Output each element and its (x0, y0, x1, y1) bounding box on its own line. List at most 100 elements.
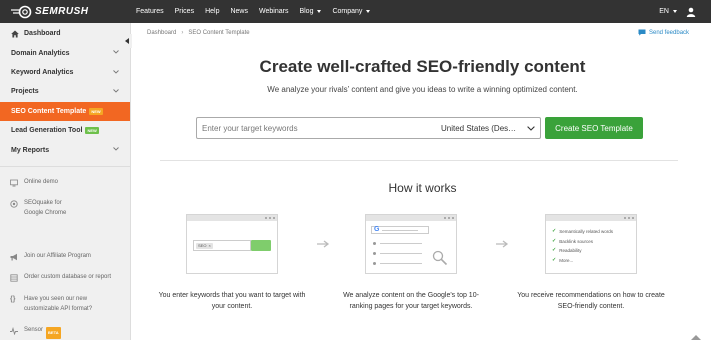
sidebar-item-label: Lead Generation Tool (11, 127, 83, 135)
nav-label: Features (136, 8, 164, 15)
google-g-icon: G (374, 226, 380, 233)
tool-label-line: Have you seen our new (24, 296, 88, 302)
top-right: EN (659, 0, 696, 23)
language-selector[interactable]: EN (659, 8, 677, 15)
chevron-down-icon (113, 69, 119, 74)
mock-keyword-chip: SEO × (196, 243, 213, 249)
window-header (366, 215, 456, 221)
nav-webinars[interactable]: Webinars (259, 8, 288, 15)
sidebar-item-label: SEO Content Template (11, 107, 87, 115)
nav-news[interactable]: News (230, 8, 248, 15)
caption-line: your content. (211, 303, 253, 310)
list-item: ✓ More... (552, 256, 613, 266)
sidebar-item-my-reports[interactable]: My Reports (0, 140, 130, 159)
semrush-logo[interactable]: SEMRUSH (10, 5, 130, 19)
tool-api-format[interactable]: {} Have you seen our new customizable API… (10, 295, 92, 314)
recommendation-list: ✓ Semantically related words ✓ Backlink so… (552, 227, 613, 265)
user-icon[interactable] (686, 7, 696, 17)
chevron-down-icon (527, 126, 535, 131)
nav-prices[interactable]: Prices (175, 8, 194, 15)
caret-down-icon (366, 10, 371, 13)
home-icon (11, 30, 19, 38)
keywords-input[interactable] (196, 117, 436, 139)
country-select[interactable]: United States (Des… (435, 117, 541, 139)
checkmark-icon: ✓ (552, 228, 557, 234)
sidebar-item-keyword-analytics[interactable]: Keyword Analytics (0, 63, 130, 82)
country-select-value: United States (Des… (441, 123, 517, 133)
list-item: ✓ Readability (552, 246, 613, 256)
send-feedback-link[interactable]: Send feedback (638, 29, 689, 36)
top-nav: Features Prices Help News Webinars Blog … (136, 8, 381, 15)
send-feedback-label: Send feedback (649, 29, 690, 36)
seoquake-icon (10, 200, 18, 208)
mock-chip-label: SEO (198, 243, 207, 248)
top-bar: SEMRUSH Features Prices Help News Webina… (0, 0, 711, 23)
list-item-label: Semantically related words (559, 229, 613, 234)
nav-label: Blog (299, 8, 314, 15)
mock-submit-button (251, 240, 271, 251)
list-item: ✓ Backlink sources (552, 237, 613, 247)
tool-label: Order custom database or report (24, 274, 112, 280)
caption-line: You enter keywords that you want to targ… (158, 292, 306, 299)
caption-line: You receive recommendations on how to cr… (517, 292, 665, 299)
beta-badge: BETA (46, 327, 61, 339)
scroll-up-icon[interactable] (689, 334, 703, 340)
tool-label: Have you seen our new customizable API fo… (24, 295, 92, 314)
sidebar-item-lead-generation-tool[interactable]: Lead Generation Tool NEW (0, 121, 130, 140)
magnifier-icon (432, 250, 448, 266)
sidebar-item-domain-analytics[interactable]: Domain Analytics (0, 43, 130, 62)
tool-label: Online demo (24, 179, 59, 185)
megaphone-icon (10, 253, 17, 261)
tool-sensor[interactable]: Sensor BETA (10, 326, 61, 339)
checkmark-icon: ✓ (552, 247, 557, 253)
tool-label: Join our Affiliate Program (24, 253, 91, 259)
chevron-down-icon (113, 147, 119, 151)
new-badge: NEW (89, 107, 103, 115)
sidebar-item-label: My Reports (11, 146, 50, 154)
sidebar-item-label: Projects (11, 88, 39, 96)
nav-features[interactable]: Features (136, 8, 164, 15)
chat-bubble-icon (638, 29, 646, 36)
tool-seoquake[interactable]: SEOquake for Google Chrome (10, 199, 66, 218)
braces-icon: {} (10, 296, 16, 303)
caret-down-icon (673, 10, 677, 13)
breadcrumb-root[interactable]: Dashboard (147, 30, 176, 36)
tool-label-line: customizable API format? (24, 305, 93, 312)
language-label: EN (659, 8, 669, 15)
arrow-right-icon (496, 240, 509, 248)
step-2-illustration: G (365, 214, 457, 274)
nav-label: Prices (174, 8, 195, 15)
window-header (546, 215, 636, 221)
chevron-down-icon (113, 50, 119, 55)
breadcrumb-separator-icon: › (181, 30, 184, 36)
database-icon (10, 274, 18, 282)
tool-affiliate-program[interactable]: Join our Affiliate Program (10, 252, 91, 262)
tool-order-database[interactable]: Order custom database or report (10, 273, 111, 283)
close-icon: × (208, 243, 211, 248)
caption-line: SEO-friendly content. (557, 303, 625, 310)
window-header (187, 215, 277, 221)
semrush-logo-icon (11, 5, 32, 18)
create-seo-template-button[interactable]: Create SEO Template (545, 117, 643, 139)
list-item-label: More... (559, 257, 574, 263)
nav-label: Webinars (259, 8, 289, 15)
tool-online-demo[interactable]: Online demo (10, 178, 58, 188)
list-item: ✓ Semantically related words (552, 227, 613, 237)
nav-help[interactable]: Help (205, 8, 219, 15)
how-it-works-heading: How it works (388, 181, 457, 195)
pulse-icon (10, 327, 18, 335)
nav-blog[interactable]: Blog (299, 8, 322, 15)
sidebar-item-label: Dashboard (24, 30, 61, 38)
sidebar-item-dashboard[interactable]: Dashboard (0, 24, 132, 48)
checkmark-icon: ✓ (552, 237, 557, 244)
step-1-caption: You enter keywords that you want to targ… (142, 290, 322, 312)
sidebar-item-label: Keyword Analytics (11, 68, 74, 76)
checkmark-icon: ✓ (552, 256, 557, 263)
sidebar-item-projects[interactable]: Projects (0, 82, 130, 101)
list-item-label: Readability (559, 248, 582, 253)
sidebar-item-seo-content-template[interactable]: SEO Content Template NEW (0, 101, 130, 121)
nav-company[interactable]: Company (332, 8, 371, 15)
arrow-right-icon (317, 240, 330, 248)
page-subtitle: We analyze your rivals’ content and give… (267, 85, 578, 94)
tool-label: SEOquake for Google Chrome (24, 199, 66, 218)
